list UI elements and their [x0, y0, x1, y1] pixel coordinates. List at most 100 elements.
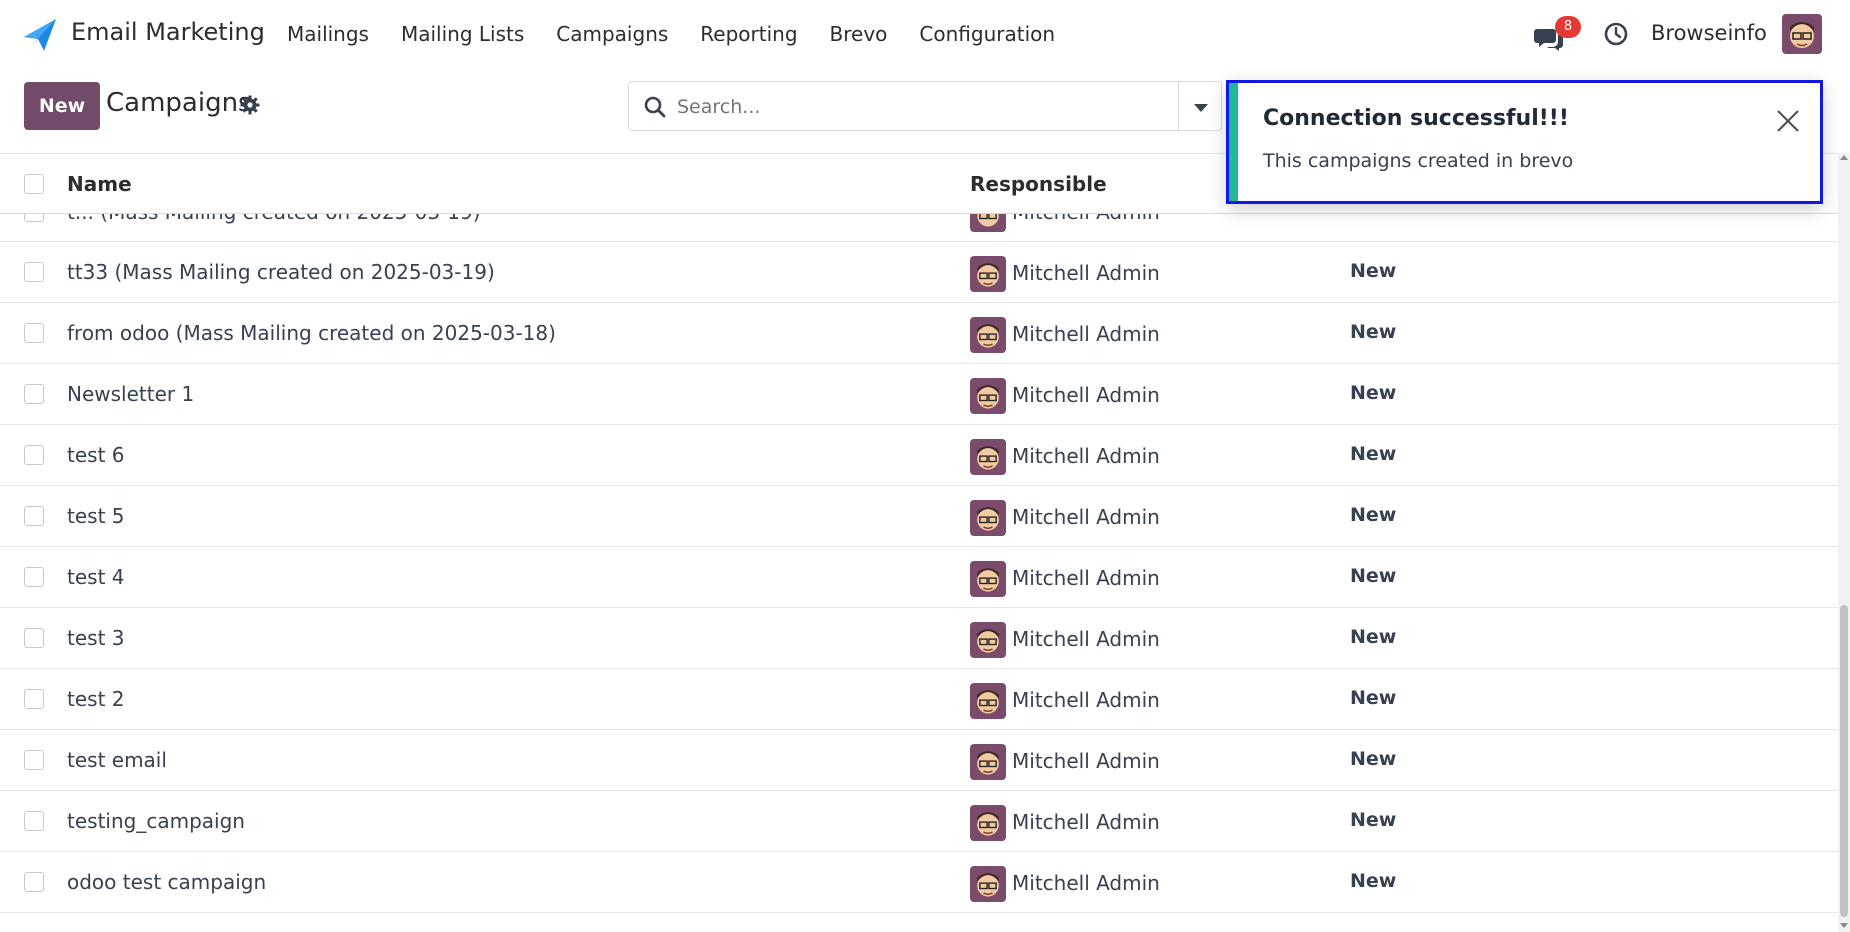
stage-label: New	[1350, 809, 1397, 831]
breadcrumb: Campaigns	[106, 88, 252, 118]
avatar	[970, 378, 1006, 414]
stage-label: New	[1350, 626, 1397, 648]
avatar	[970, 439, 1006, 475]
avatar	[970, 866, 1006, 902]
table-row[interactable]: test 3 Mitchell Admin New	[0, 608, 1838, 669]
table-row[interactable]: odoo test campaign Mitchell Admin New	[0, 852, 1838, 913]
messaging-button[interactable]: 8	[1534, 16, 1581, 52]
avatar	[970, 744, 1006, 780]
stage-label: New	[1350, 748, 1397, 770]
campaign-name: test 6	[67, 443, 125, 467]
campaign-name: test 3	[67, 626, 125, 650]
notification-toast: Connection successful!!! This campaigns …	[1226, 80, 1823, 204]
select-all-checkbox[interactable]	[24, 174, 44, 194]
table-row[interactable]: tt33 (Mass Mailing created on 2025-03-19…	[0, 242, 1838, 303]
search-options-toggle[interactable]	[1178, 81, 1222, 131]
responsible-name: Mitchell Admin	[1012, 810, 1160, 834]
table-row[interactable]: test 6 Mitchell Admin New	[0, 425, 1838, 486]
scroll-thumb[interactable]	[1840, 605, 1848, 917]
table-row[interactable]: test email Mitchell Admin New	[0, 730, 1838, 791]
caret-down-icon	[1194, 104, 1208, 112]
campaign-name: Newsletter 1	[67, 382, 195, 406]
avatar	[970, 561, 1006, 597]
avatar	[970, 683, 1006, 719]
campaign-list: t... (Mass Mailing created on 2025-03-19…	[0, 153, 1838, 932]
search-bar	[628, 81, 1220, 131]
top-navbar: Email Marketing Mailings Mailing Lists C…	[0, 0, 1850, 68]
avatar	[970, 256, 1006, 292]
row-checkbox[interactable]	[24, 811, 44, 831]
row-checkbox[interactable]	[24, 689, 44, 709]
campaign-name: testing_campaign	[67, 809, 245, 833]
stage-label: New	[1350, 443, 1397, 465]
responsible-name: Mitchell Admin	[1012, 871, 1160, 895]
search-input[interactable]	[677, 94, 1197, 120]
campaign-name: tt33 (Mass Mailing created on 2025-03-19…	[67, 260, 495, 284]
row-checkbox[interactable]	[24, 506, 44, 526]
table-row[interactable]: testing_campaign Mitchell Admin New	[0, 791, 1838, 852]
menu-reporting[interactable]: Reporting	[700, 22, 797, 46]
stage-label: New	[1350, 382, 1397, 404]
menu-mailings[interactable]: Mailings	[287, 22, 369, 46]
stage-label: New	[1350, 565, 1397, 587]
responsible-name: Mitchell Admin	[1012, 688, 1160, 712]
menu-campaigns[interactable]: Campaigns	[556, 22, 668, 46]
row-checkbox[interactable]	[24, 262, 44, 282]
avatar	[970, 805, 1006, 841]
column-header-responsible[interactable]: Responsible	[970, 172, 1107, 196]
avatar	[970, 622, 1006, 658]
table-row[interactable]: Newsletter 1 Mitchell Admin New	[0, 364, 1838, 425]
company-switcher[interactable]: Browseinfo	[1651, 21, 1767, 45]
menu-brevo[interactable]: Brevo	[830, 22, 888, 46]
table-row[interactable]: test 2 Mitchell Admin New	[0, 669, 1838, 730]
row-checkbox[interactable]	[24, 384, 44, 404]
clock-icon[interactable]	[1604, 22, 1628, 46]
responsible-name: Mitchell Admin	[1012, 261, 1160, 285]
app-name[interactable]: Email Marketing	[71, 18, 265, 46]
list-body: t... (Mass Mailing created on 2025-03-19…	[0, 192, 1838, 913]
row-checkbox[interactable]	[24, 445, 44, 465]
message-count-badge: 8	[1555, 16, 1581, 38]
campaign-name: from odoo (Mass Mailing created on 2025-…	[67, 321, 556, 345]
search-icon	[644, 96, 666, 118]
table-row[interactable]: test 4 Mitchell Admin New	[0, 547, 1838, 608]
app-logo-icon[interactable]	[22, 17, 58, 53]
table-row[interactable]: from odoo (Mass Mailing created on 2025-…	[0, 303, 1838, 364]
menu-configuration[interactable]: Configuration	[919, 22, 1055, 46]
responsible-name: Mitchell Admin	[1012, 505, 1160, 529]
row-checkbox[interactable]	[24, 750, 44, 770]
avatar	[970, 500, 1006, 536]
main-menu: Mailings Mailing Lists Campaigns Reporti…	[287, 22, 1087, 46]
menu-mailing-lists[interactable]: Mailing Lists	[401, 22, 524, 46]
stage-label: New	[1350, 687, 1397, 709]
avatar	[970, 317, 1006, 353]
stage-label: New	[1350, 321, 1397, 343]
row-checkbox[interactable]	[24, 872, 44, 892]
campaign-name: test 4	[67, 565, 125, 589]
scroll-down-icon[interactable]	[1840, 923, 1848, 928]
toast-accent-bar	[1229, 83, 1238, 201]
row-checkbox[interactable]	[24, 323, 44, 343]
campaign-name: odoo test campaign	[67, 870, 267, 894]
scroll-up-icon[interactable]	[1840, 155, 1848, 160]
user-avatar[interactable]	[1782, 14, 1822, 54]
responsible-name: Mitchell Admin	[1012, 322, 1160, 346]
responsible-name: Mitchell Admin	[1012, 383, 1160, 407]
responsible-name: Mitchell Admin	[1012, 749, 1160, 773]
table-row[interactable]: test 5 Mitchell Admin New	[0, 486, 1838, 547]
row-checkbox[interactable]	[24, 628, 44, 648]
stage-label: New	[1350, 504, 1397, 526]
new-button[interactable]: New	[24, 82, 100, 130]
stage-label: New	[1350, 870, 1397, 892]
vertical-scrollbar[interactable]	[1838, 153, 1850, 932]
column-header-name[interactable]: Name	[67, 172, 132, 196]
gear-icon[interactable]	[240, 95, 260, 115]
toast-message: This campaigns created in brevo	[1263, 150, 1574, 172]
close-icon[interactable]	[1774, 107, 1802, 135]
campaign-name: test 2	[67, 687, 125, 711]
toast-title: Connection successful!!!	[1263, 106, 1569, 131]
row-checkbox[interactable]	[24, 567, 44, 587]
responsible-name: Mitchell Admin	[1012, 566, 1160, 590]
campaign-name: test email	[67, 748, 167, 772]
responsible-name: Mitchell Admin	[1012, 627, 1160, 651]
